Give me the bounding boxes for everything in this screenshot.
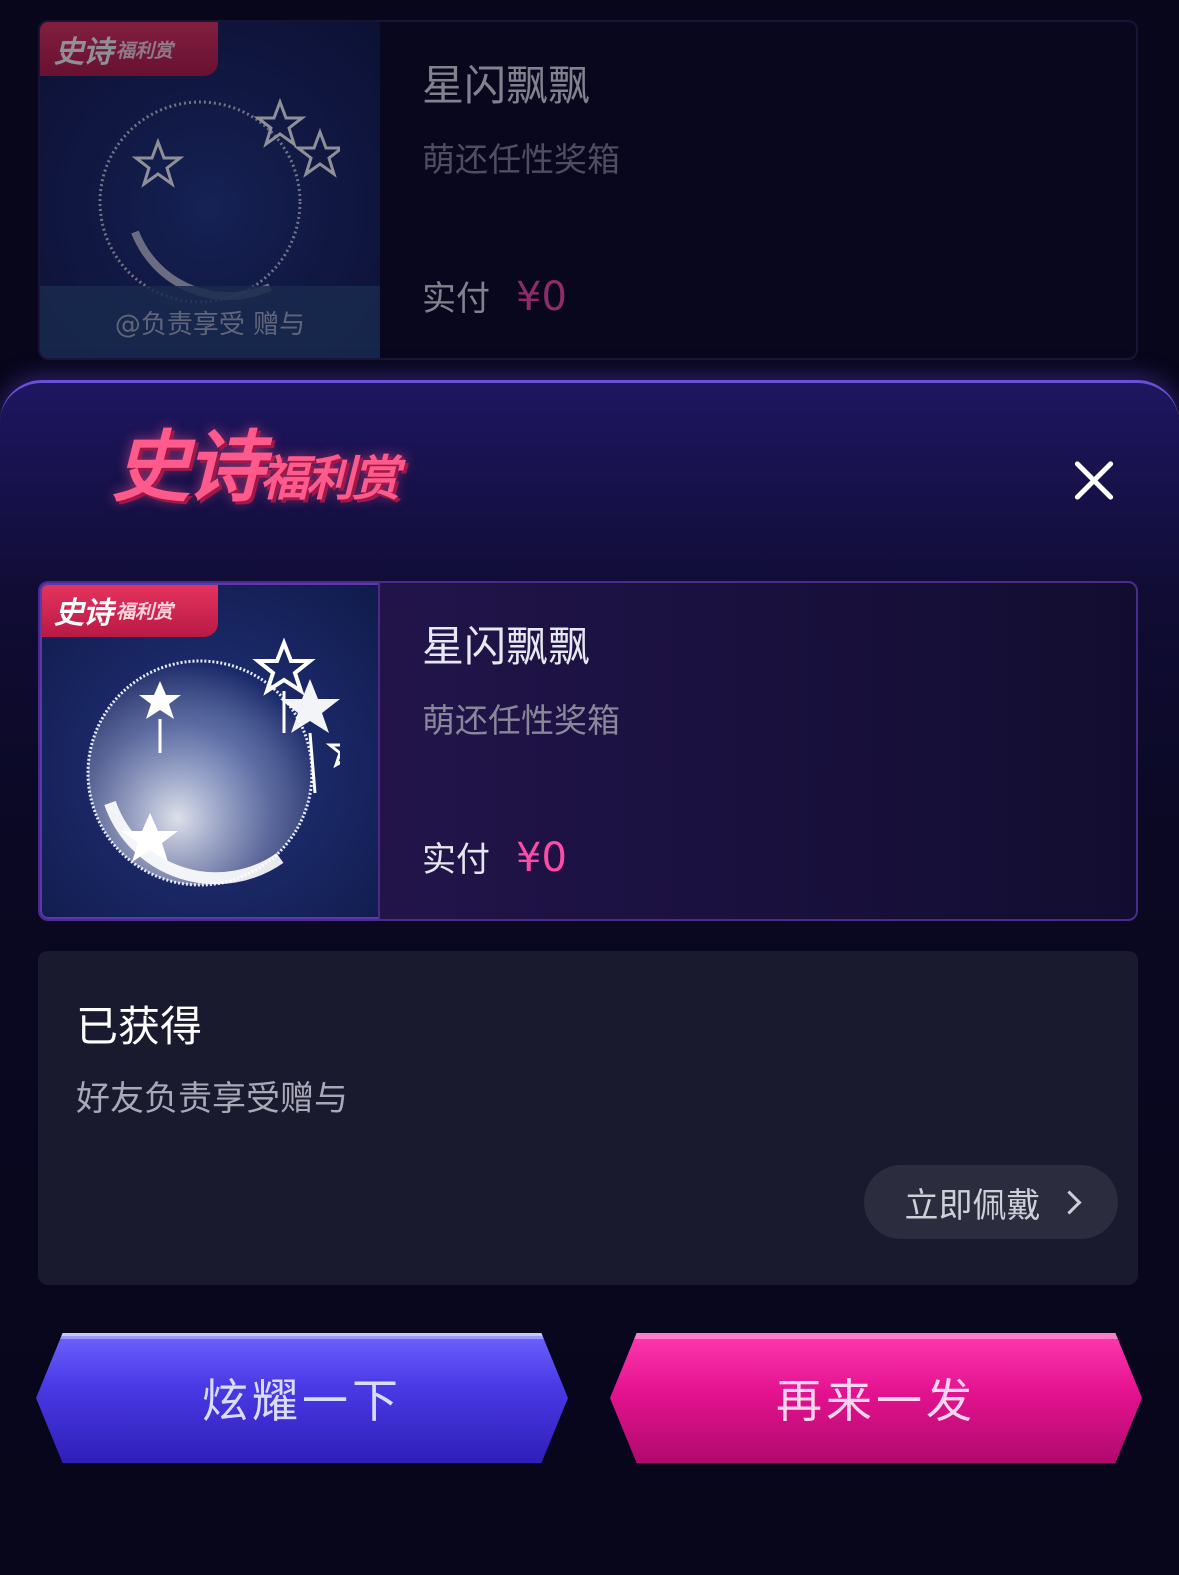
draw-again-button[interactable]: 再来一发: [610, 1333, 1142, 1463]
epic-welfare-logo: 史诗 福利赏: [112, 423, 400, 513]
close-icon[interactable]: [1066, 453, 1122, 509]
item-box: 萌还任性奖箱: [422, 140, 620, 179]
pay-label: 实付: [422, 279, 490, 319]
gift-from-label: @负责享受 赠与: [40, 286, 380, 358]
obtained-panel: 已获得 好友负责享受赠与 立即佩戴: [38, 951, 1138, 1285]
item-name: 星闪飘飘: [422, 61, 591, 110]
reward-modal: 史诗 福利赏 史诗 福利赏 星闪飘飘 萌还任性奖箱 实付 ¥0 已获得 好友负责…: [0, 380, 1179, 1575]
show-off-label: 炫耀一下: [202, 1374, 402, 1428]
badge-subtext: 福利赏: [116, 39, 174, 62]
wear-now-label: 立即佩戴: [904, 1185, 1041, 1226]
chevron-right-icon: [1056, 1189, 1082, 1215]
logo-text: 史诗: [112, 423, 264, 513]
item-box: 萌还任性奖箱: [422, 701, 620, 740]
price-value: ¥0: [516, 835, 567, 881]
wear-now-button[interactable]: 立即佩戴: [864, 1165, 1118, 1239]
price-value: ¥0: [516, 274, 567, 320]
item-thumbnail: 史诗 福利赏 @负责享受 赠与: [40, 22, 380, 358]
show-off-button[interactable]: 炫耀一下: [36, 1333, 568, 1463]
pay-label: 实付: [422, 840, 490, 880]
logo-subtext: 福利赏: [260, 451, 400, 507]
item-card: 史诗 福利赏 星闪飘飘 萌还任性奖箱 实付 ¥0: [38, 581, 1138, 921]
obtained-desc: 好友负责享受赠与: [76, 1079, 348, 1119]
star-sphere-icon: [98, 97, 340, 304]
draw-again-label: 再来一发: [776, 1374, 976, 1428]
badge-text: 史诗: [54, 35, 113, 70]
epic-badge: 史诗 福利赏: [40, 22, 218, 76]
background-item-card: 史诗 福利赏 @负责享受 赠与 星闪飘飘 萌还任性奖箱 实付 ¥0: [38, 20, 1138, 360]
obtained-title: 已获得: [76, 1002, 203, 1051]
item-name: 星闪飘飘: [422, 622, 591, 671]
item-thumbnail: 史诗 福利赏: [40, 583, 380, 919]
